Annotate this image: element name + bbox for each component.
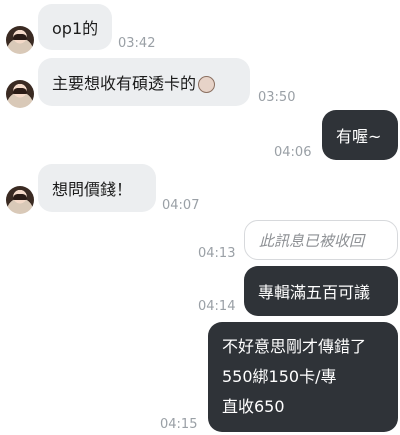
contact-avatar[interactable]: [6, 186, 34, 214]
message-line: 不好意思剛才傳錯了: [222, 337, 367, 356]
outgoing-message[interactable]: 不好意思剛才傳錯了 550綁150卡/專 直收650: [208, 322, 398, 432]
message-timestamp: 04:13: [198, 246, 236, 261]
recalled-message-text: 此訊息已被收回: [259, 231, 365, 250]
message-timestamp: 03:50: [258, 90, 296, 105]
incoming-message[interactable]: op1的: [38, 4, 112, 50]
message-timestamp: 04:14: [198, 299, 236, 314]
message-line: 直收650: [222, 397, 285, 416]
incoming-message[interactable]: 想問價錢！: [38, 164, 156, 212]
contact-avatar[interactable]: [6, 80, 34, 108]
message-text: 想問價錢！: [52, 180, 133, 199]
face-icon: [198, 75, 216, 93]
incoming-message[interactable]: 主要想收有碩透卡的: [38, 58, 250, 106]
message-timestamp: 04:15: [160, 417, 198, 432]
message-timestamp: 04:06: [274, 145, 312, 160]
recalled-message: 此訊息已被收回: [244, 220, 398, 260]
message-text: op1的: [52, 19, 99, 38]
message-text: 主要想收有碩透卡的: [52, 74, 197, 93]
message-text: 有喔~: [336, 127, 382, 146]
message-text: 專輯滿五百可議: [258, 283, 371, 302]
message-timestamp: 04:07: [162, 198, 200, 213]
message-timestamp: 03:42: [118, 36, 156, 51]
outgoing-message[interactable]: 有喔~: [322, 110, 398, 160]
message-line: 550綁150卡/專: [222, 367, 337, 386]
contact-avatar[interactable]: [6, 26, 34, 54]
outgoing-message[interactable]: 專輯滿五百可議: [244, 266, 398, 316]
